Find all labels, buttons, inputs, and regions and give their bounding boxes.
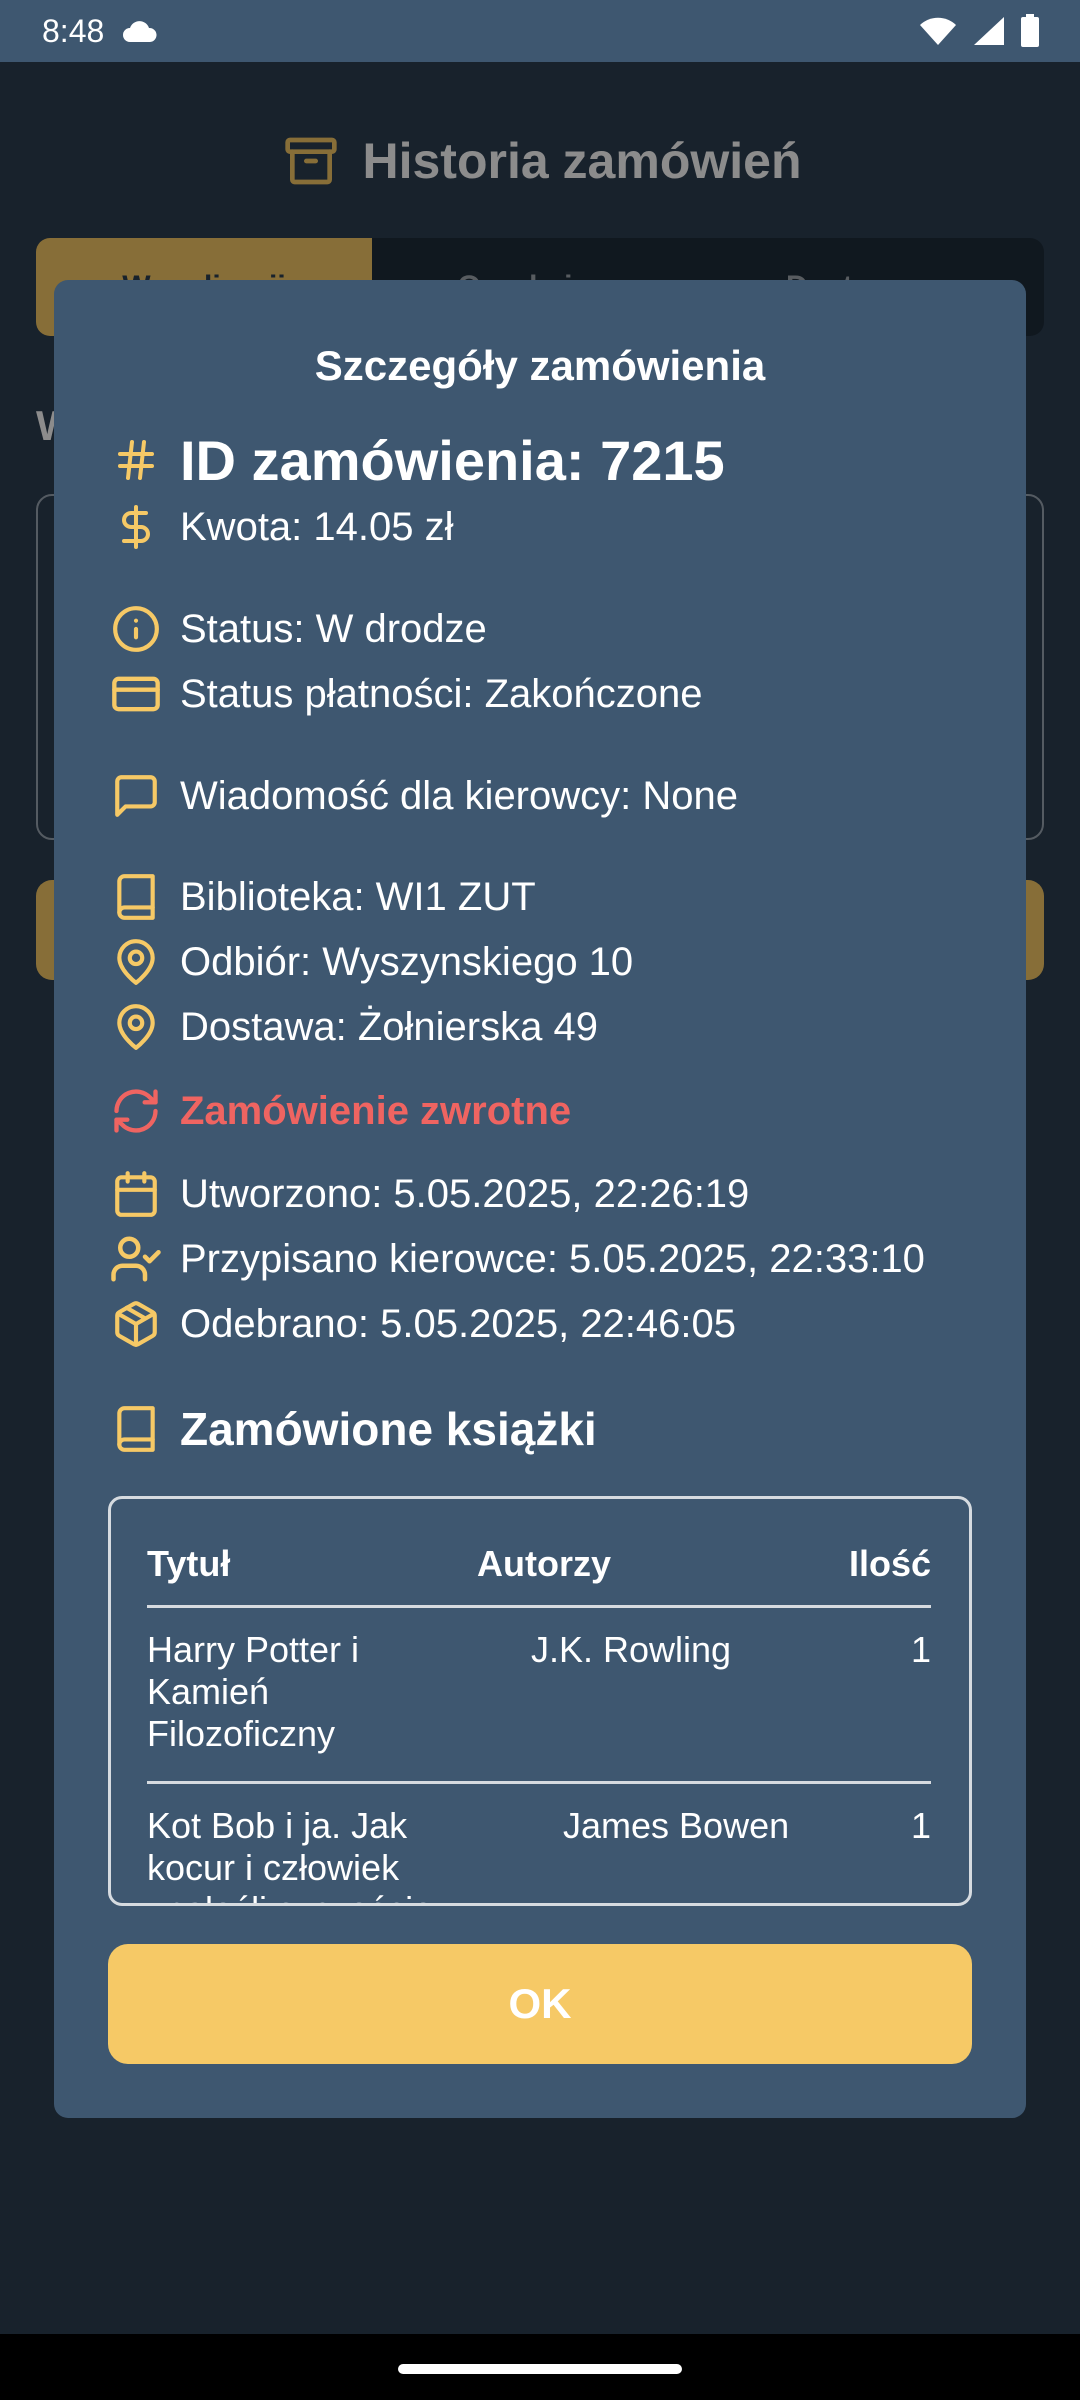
- created-row: Utworzono: 5.05.2025, 22:26:19: [108, 1163, 749, 1225]
- table-divider: [147, 1605, 931, 1608]
- status-bar: 8:48: [0, 0, 1080, 62]
- map-pin-icon: [108, 999, 164, 1055]
- status-row: Status: W drodze: [108, 598, 487, 660]
- dialog-scroll-content[interactable]: ID zamówienia: 7215 Kwota: 14.05 zł Stat…: [108, 422, 972, 1906]
- assigned-row: Przypisano kierowce: 5.05.2025, 22:33:10: [108, 1228, 925, 1290]
- books-heading: Zamówione książki: [180, 1403, 597, 1455]
- order-status: Status: W drodze: [180, 606, 487, 651]
- book-quantity: 1: [910, 1629, 931, 1670]
- table-row: Kot Bob i ja. Jak kocur i człowiek znale…: [147, 1805, 931, 1903]
- books-table[interactable]: Tytuł Autorzy Ilość Harry Potter i Kamie…: [108, 1496, 972, 1906]
- book-title: Kot Bob i ja. Jak kocur i człowiek znale…: [147, 1805, 433, 1903]
- user-check-icon: [108, 1231, 164, 1287]
- map-pin-icon: [108, 934, 164, 990]
- dollar-icon: [108, 499, 164, 555]
- library-row: Biblioteka: WI1 ZUT: [108, 866, 536, 928]
- package-icon: [108, 1296, 164, 1352]
- dialog-title: Szczegóły zamówienia: [314, 342, 766, 389]
- calendar-icon: [108, 1166, 164, 1222]
- book-icon: [108, 869, 164, 925]
- payment-status: Status płatności: Zakończone: [180, 671, 703, 716]
- message-icon: [108, 768, 164, 824]
- book-authors: J.K. Rowling: [531, 1629, 732, 1670]
- book-authors: James Bowen: [563, 1805, 790, 1846]
- delivery-address: Dostawa: Żołnierska 49: [180, 1004, 598, 1049]
- amount-row: Kwota: 14.05 zł: [108, 496, 454, 558]
- column-authors: Autorzy: [477, 1543, 611, 1584]
- return-order-row: Zamówienie zwrotne: [108, 1080, 571, 1142]
- signal-icon: [974, 17, 1004, 45]
- return-order-label: Zamówienie zwrotne: [180, 1088, 572, 1133]
- column-title: Tytuł: [147, 1543, 231, 1584]
- navigation-bar: [0, 2334, 1080, 2400]
- table-divider: [147, 1781, 931, 1784]
- picked-up-at: Odebrano: 5.05.2025, 22:46:05: [180, 1301, 737, 1346]
- amount: Kwota: 14.05 zł: [180, 504, 454, 549]
- book-title: Harry Potter i Kamień Filozoficzny: [147, 1629, 360, 1754]
- created-at: Utworzono: 5.05.2025, 22:26:19: [180, 1171, 750, 1216]
- library: Biblioteka: WI1 ZUT: [180, 874, 536, 919]
- assigned-at: Przypisano kierowce: 5.05.2025, 22:33:10: [180, 1236, 925, 1281]
- battery-icon: [1021, 14, 1039, 47]
- delivery-row: Dostawa: Żołnierska 49: [108, 996, 598, 1058]
- status-time: 8:48: [42, 12, 105, 49]
- book-quantity: 1: [910, 1805, 931, 1846]
- column-quantity: Ilość: [848, 1543, 931, 1584]
- status-left: 8:48: [42, 13, 158, 50]
- credit-card-icon: [108, 666, 164, 722]
- hash-icon: [108, 432, 164, 488]
- driver-message: Wiadomość dla kierowcy: None: [180, 773, 738, 818]
- driver-message-row: Wiadomość dla kierowcy: None: [108, 765, 738, 827]
- cloud-icon: [123, 21, 157, 42]
- table-row: Harry Potter i Kamień Filozoficzny J.K. …: [147, 1629, 931, 1769]
- info-icon: [108, 601, 164, 657]
- status-right: [918, 14, 1040, 48]
- pickup-row: Odbiór: Wyszynskiego 10: [108, 931, 633, 993]
- picked-up-row: Odebrano: 5.05.2025, 22:46:05: [108, 1293, 736, 1355]
- ok-button[interactable]: OK: [108, 1944, 972, 2064]
- order-id-row: ID zamówienia: 7215: [108, 422, 725, 498]
- order-details-dialog: Szczegóły zamówienia ID zamówienia: 7215…: [54, 280, 1026, 2118]
- home-gesture-handle[interactable]: [398, 2364, 682, 2374]
- books-heading-row: Zamówione książki: [108, 1394, 597, 1464]
- wifi-icon: [920, 17, 956, 45]
- order-id: ID zamówienia: 7215: [180, 428, 725, 492]
- book-icon: [108, 1401, 164, 1457]
- refresh-icon: [108, 1083, 164, 1139]
- payment-status-row: Status płatności: Zakończone: [108, 663, 703, 725]
- table-header-row: Tytuł Autorzy Ilość: [147, 1543, 931, 1589]
- pickup-address: Odbiór: Wyszynskiego 10: [180, 939, 634, 984]
